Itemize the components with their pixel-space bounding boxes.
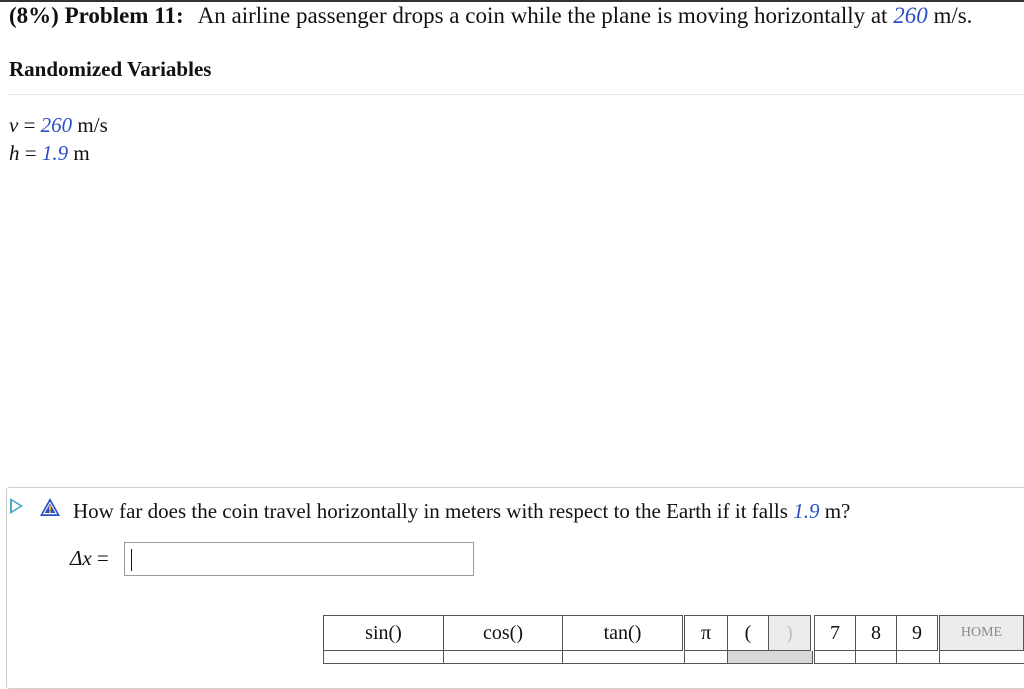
- key-open-paren[interactable]: (: [727, 615, 769, 651]
- keypad-row2-cell[interactable]: [443, 651, 565, 664]
- keypad-row2-cell[interactable]: [323, 651, 446, 664]
- problem-speed-unit: m/s.: [933, 3, 973, 28]
- answer-input[interactable]: [124, 542, 474, 576]
- key-tan[interactable]: tan(): [562, 615, 683, 651]
- question-prefix: How far does the coin travel horizontall…: [73, 499, 788, 523]
- variable-symbol: h: [9, 141, 20, 165]
- keypad-row2-cell[interactable]: [896, 651, 940, 664]
- top-rule: [0, 0, 1024, 2]
- key-pi[interactable]: π: [684, 615, 728, 651]
- variable-symbol: v: [9, 113, 19, 137]
- variable-equals: =: [18, 113, 41, 137]
- section-divider: [9, 94, 1024, 95]
- warning-triangle-icon: [40, 498, 60, 516]
- answer-equals: =: [91, 546, 109, 570]
- keypad-row2-cell[interactable]: [727, 651, 813, 664]
- variable-unit: m: [68, 141, 90, 165]
- keypad-row2-cell[interactable]: [939, 651, 1024, 664]
- key-home[interactable]: HOME: [939, 615, 1024, 651]
- problem-number: Problem 11:: [64, 3, 184, 28]
- randomized-variables-list: v = 260 m/s h = 1.9 m: [9, 111, 108, 167]
- answer-symbol: Δx: [70, 546, 92, 570]
- key-cos[interactable]: cos(): [443, 615, 563, 651]
- problem-percent: (8%): [9, 3, 59, 28]
- problem-statement: An airline passenger drops a coin while …: [197, 3, 888, 28]
- answer-label: Δx =: [70, 546, 109, 571]
- keypad-row2-cell[interactable]: [684, 651, 730, 664]
- variable-value: 1.9: [41, 141, 69, 165]
- randomized-variables-title: Randomized Variables: [9, 57, 212, 81]
- variable-equals: =: [19, 141, 42, 165]
- keypad-row2-cell[interactable]: [855, 651, 899, 664]
- variable-unit: m/s: [72, 113, 108, 137]
- key-7[interactable]: 7: [814, 615, 856, 651]
- keypad-row2-cell[interactable]: [562, 651, 685, 664]
- key-8[interactable]: 8: [855, 615, 897, 651]
- problem-speed-value: 260: [893, 3, 928, 28]
- text-caret: [131, 549, 132, 571]
- key-sin[interactable]: sin(): [323, 615, 444, 651]
- variable-row-v: v = 260 m/s: [9, 111, 108, 139]
- question-height-value: 1.9: [793, 499, 820, 523]
- keypad-row2-cell[interactable]: [814, 651, 858, 664]
- question-text: How far does the coin travel horizontall…: [73, 499, 850, 524]
- key-close-paren[interactable]: ): [768, 615, 811, 651]
- play-arrow-icon[interactable]: [10, 498, 23, 514]
- variable-row-h: h = 1.9 m: [9, 139, 108, 167]
- key-9[interactable]: 9: [896, 615, 938, 651]
- question-suffix: m?: [819, 499, 851, 523]
- variable-value: 260: [40, 113, 73, 137]
- problem-header: (8%) Problem 11: An airline passenger dro…: [9, 3, 972, 29]
